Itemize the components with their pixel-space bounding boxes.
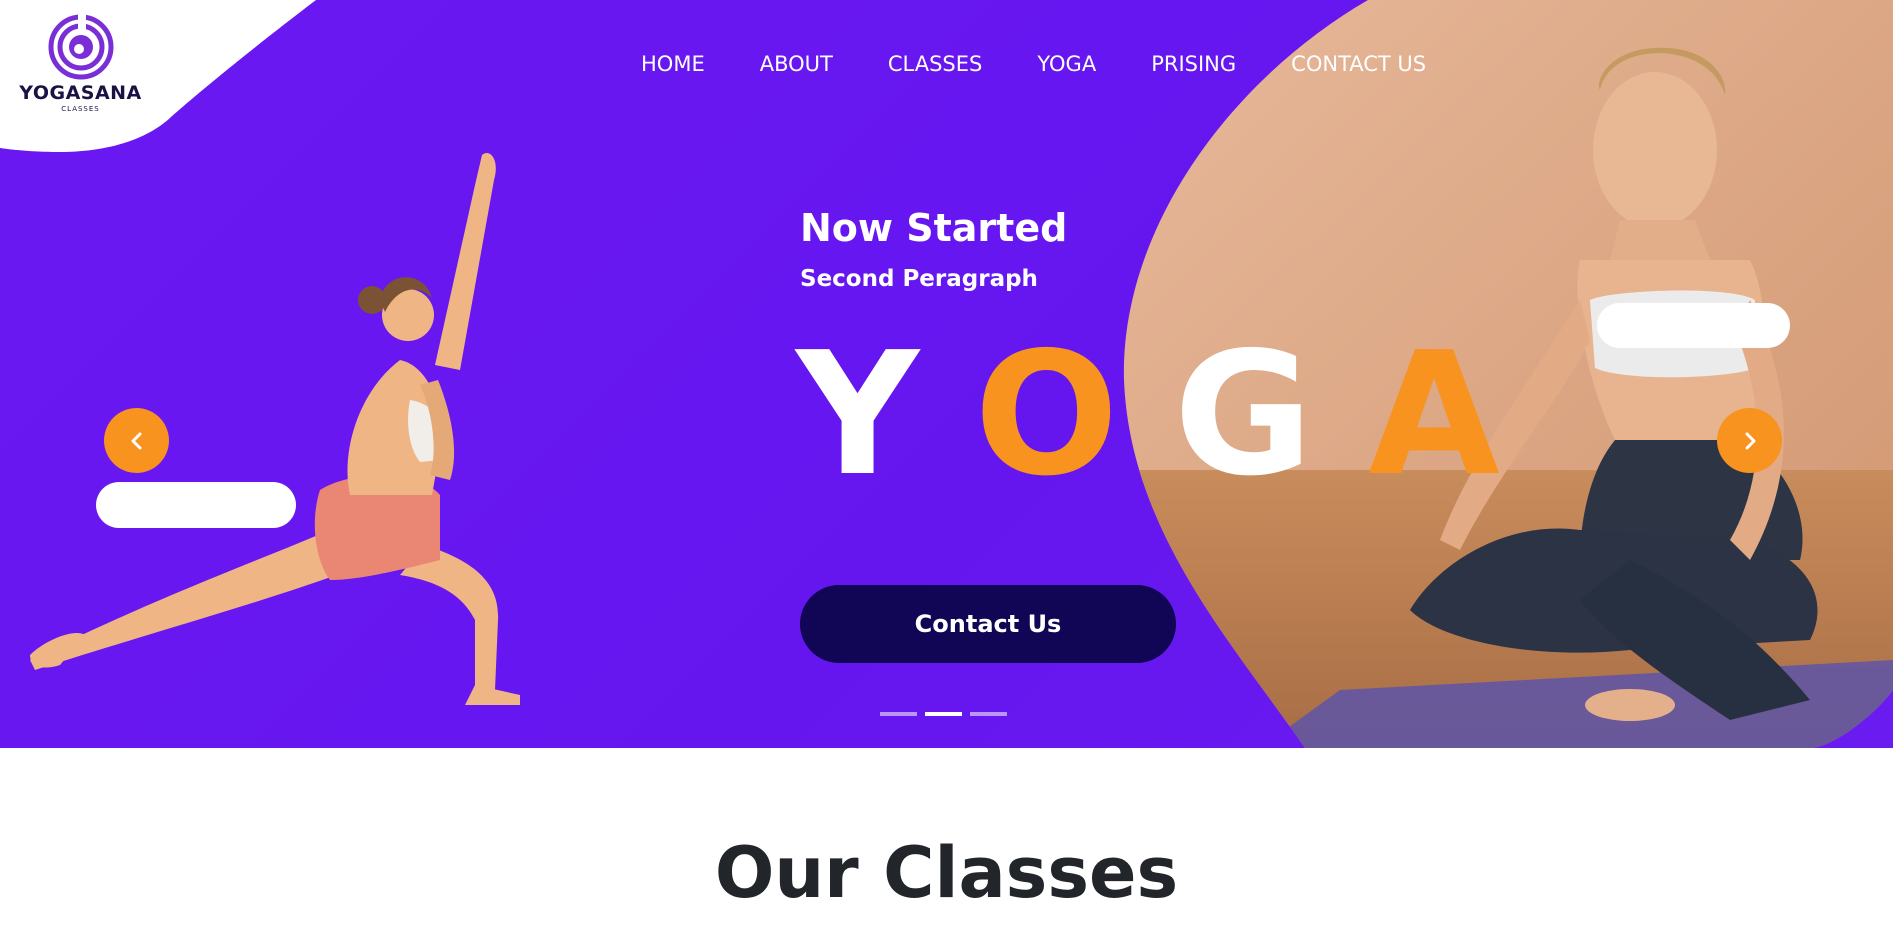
- main-navigation: HOME ABOUT CLASSES YOGA PRISING CONTACT …: [641, 52, 1481, 76]
- big-letter-o: O: [974, 316, 1119, 514]
- carousel-indicator-2[interactable]: [925, 712, 962, 716]
- carousel-indicator-3[interactable]: [970, 712, 1007, 716]
- brand-name: YOGASANA: [19, 82, 142, 104]
- big-letter-g: G: [1173, 316, 1314, 514]
- hero-headline: Now Started: [800, 206, 1068, 250]
- nav-prising[interactable]: PRISING: [1151, 52, 1236, 76]
- brand-tagline: CLASSES: [61, 105, 100, 113]
- carousel-indicator-1[interactable]: [880, 712, 917, 716]
- yogasana-logo-icon: [48, 14, 113, 80]
- decorative-pill-left: [96, 482, 296, 528]
- chevron-right-icon: [1745, 432, 1755, 449]
- hero-banner: YOGASANA CLASSES HOME ABOUT CLASSES YOGA…: [0, 0, 1893, 748]
- nav-contact-us[interactable]: CONTACT US: [1291, 52, 1426, 76]
- hero-subheadline: Second Peragraph: [800, 266, 1038, 292]
- nav-home[interactable]: HOME: [641, 52, 705, 76]
- section-title-our-classes: Our Classes: [714, 832, 1179, 914]
- hero-big-word: Y O G A: [796, 330, 1555, 500]
- big-letter-y: Y: [796, 316, 920, 514]
- carousel-next-button[interactable]: [1717, 408, 1782, 473]
- contact-us-button[interactable]: Contact Us: [800, 585, 1176, 663]
- nav-about[interactable]: ABOUT: [760, 52, 833, 76]
- yoga-pose-illustration: [30, 152, 520, 705]
- nav-yoga[interactable]: YOGA: [1037, 52, 1096, 76]
- carousel-prev-button[interactable]: [104, 408, 169, 473]
- chevron-left-icon: [131, 432, 141, 449]
- carousel-indicators: [880, 712, 1007, 716]
- big-letter-a: A: [1368, 316, 1500, 514]
- decorative-pill-right: [1597, 303, 1790, 348]
- nav-classes[interactable]: CLASSES: [888, 52, 982, 76]
- site-logo[interactable]: YOGASANA CLASSES: [18, 14, 143, 118]
